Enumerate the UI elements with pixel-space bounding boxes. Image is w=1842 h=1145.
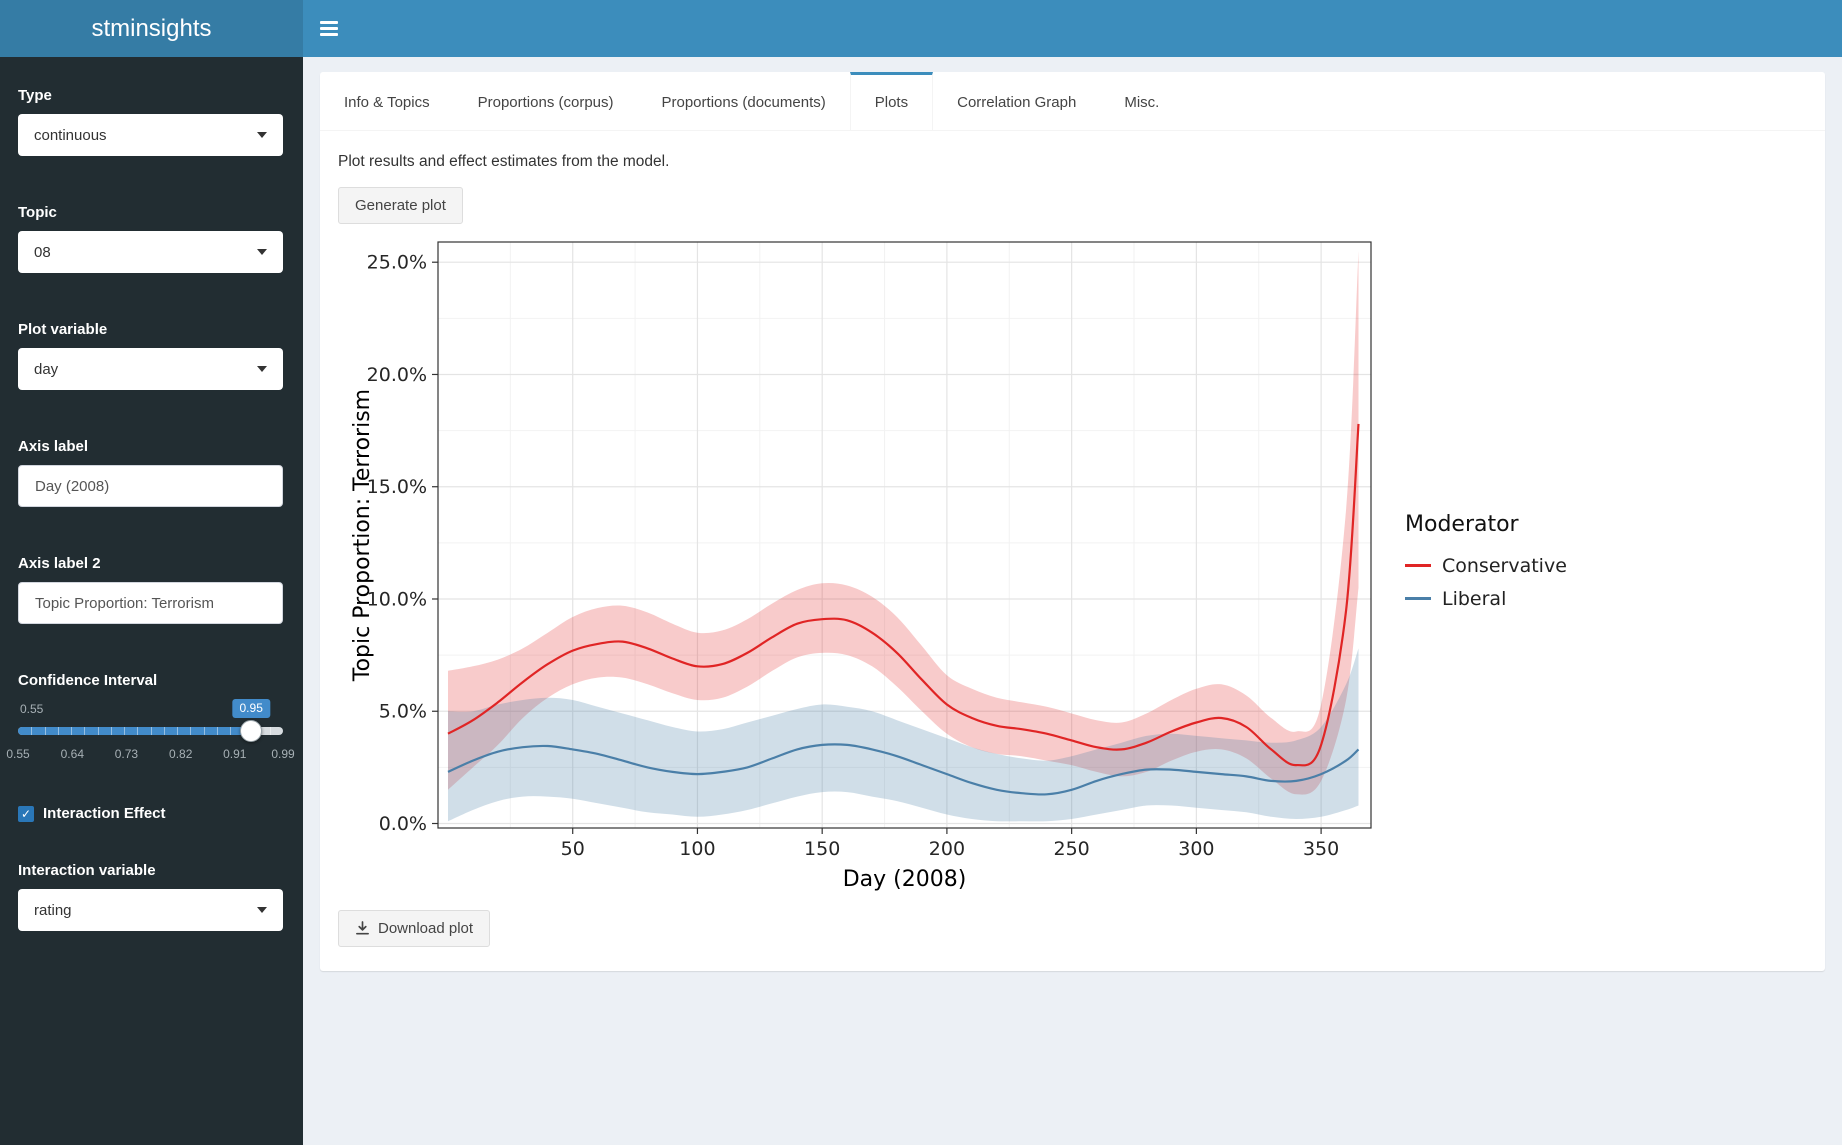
plot-variable-select[interactable]: day bbox=[18, 348, 283, 390]
legend-item-conservative: Conservative bbox=[1405, 555, 1567, 577]
download-icon bbox=[355, 921, 370, 936]
type-select-value: continuous bbox=[34, 127, 107, 144]
axis-label2-label: Axis label 2 bbox=[18, 555, 283, 572]
slider-handle[interactable] bbox=[240, 720, 262, 742]
type-group: Type continuous bbox=[18, 87, 283, 156]
plot-row: 0.0% 5.0% 10.0% 15.0% 20.0% 25.0% 50 100 150 200 2… bbox=[338, 238, 1807, 894]
type-select[interactable]: continuous bbox=[18, 114, 283, 156]
confidence-interval-label: Confidence Interval bbox=[18, 672, 283, 689]
confidence-interval-group: Confidence Interval 0.55 0.95 0.550.640.… bbox=[18, 672, 283, 763]
legend-title: Moderator bbox=[1405, 512, 1567, 537]
top-navbar bbox=[303, 0, 1842, 57]
main-content: Info & Topics Proportions (corpus) Propo… bbox=[303, 57, 1842, 1145]
svg-text:15.0%: 15.0% bbox=[367, 476, 427, 498]
type-label: Type bbox=[18, 87, 283, 104]
axis-label-input[interactable] bbox=[18, 465, 283, 507]
interaction-effect-label: Interaction Effect bbox=[43, 805, 166, 822]
svg-text:50: 50 bbox=[561, 838, 585, 860]
tab-proportions-documents[interactable]: Proportions (documents) bbox=[638, 72, 850, 130]
chevron-down-icon bbox=[257, 249, 267, 255]
plot-variable-select-value: day bbox=[34, 361, 58, 378]
interaction-effect-checkbox[interactable] bbox=[18, 806, 34, 822]
slider-scale-labels: 0.550.640.730.820.910.99 bbox=[18, 745, 283, 763]
tab-proportions-corpus[interactable]: Proportions (corpus) bbox=[454, 72, 638, 130]
interaction-variable-label: Interaction variable bbox=[18, 862, 283, 879]
interaction-effect-row[interactable]: Interaction Effect bbox=[18, 805, 283, 822]
menu-icon bbox=[320, 21, 338, 24]
slider-min-label: 0.55 bbox=[20, 702, 43, 716]
svg-text:Day (2008): Day (2008) bbox=[843, 867, 967, 892]
topic-select-value: 08 bbox=[34, 244, 51, 261]
tab-correlation-graph[interactable]: Correlation Graph bbox=[933, 72, 1100, 130]
plot-variable-group: Plot variable day bbox=[18, 321, 283, 390]
axis-label2-group: Axis label 2 bbox=[18, 555, 283, 624]
svg-text:25.0%: 25.0% bbox=[367, 252, 427, 274]
topic-group: Topic 08 bbox=[18, 204, 283, 273]
axis-label2-input[interactable] bbox=[18, 582, 283, 624]
svg-text:250: 250 bbox=[1054, 838, 1090, 860]
confidence-interval-slider[interactable] bbox=[18, 727, 283, 735]
svg-text:5.0%: 5.0% bbox=[379, 701, 427, 723]
svg-text:150: 150 bbox=[804, 838, 840, 860]
svg-text:20.0%: 20.0% bbox=[367, 364, 427, 386]
svg-text:0.0%: 0.0% bbox=[379, 813, 427, 835]
plot-description: Plot results and effect estimates from t… bbox=[338, 153, 1807, 171]
svg-text:200: 200 bbox=[929, 838, 965, 860]
interaction-variable-select-value: rating bbox=[34, 902, 72, 919]
conservative-line-key-icon bbox=[1405, 564, 1431, 567]
tab-plots[interactable]: Plots bbox=[850, 72, 933, 130]
sidebar-toggle-button[interactable] bbox=[303, 0, 355, 57]
svg-text:350: 350 bbox=[1303, 838, 1339, 860]
svg-text:Topic Proportion: Terrorism: Topic Proportion: Terrorism bbox=[350, 389, 375, 682]
topic-label: Topic bbox=[18, 204, 283, 221]
plots-tab-panel: Plot results and effect estimates from t… bbox=[320, 131, 1825, 971]
interaction-variable-select[interactable]: rating bbox=[18, 889, 283, 931]
tab-info-topics[interactable]: Info & Topics bbox=[320, 72, 454, 130]
svg-text:10.0%: 10.0% bbox=[367, 588, 427, 610]
sidebar: Type continuous Topic 08 Plot variable d… bbox=[0, 57, 303, 1145]
chevron-down-icon bbox=[257, 907, 267, 913]
download-row: Download plot bbox=[338, 910, 1807, 947]
svg-text:300: 300 bbox=[1178, 838, 1214, 860]
liberal-line-key-icon bbox=[1405, 597, 1431, 600]
plot-legend: Moderator Conservative Liberal bbox=[1405, 512, 1567, 621]
slider-value-tooltip: 0.95 bbox=[233, 699, 270, 718]
download-plot-button[interactable]: Download plot bbox=[338, 910, 490, 947]
generate-plot-button[interactable]: Generate plot bbox=[338, 187, 463, 224]
plot-variable-label: Plot variable bbox=[18, 321, 283, 338]
legend-item-liberal: Liberal bbox=[1405, 588, 1567, 610]
tab-card: Info & Topics Proportions (corpus) Propo… bbox=[320, 72, 1825, 971]
axis-label-group: Axis label bbox=[18, 438, 283, 507]
app-header: stminsights bbox=[0, 0, 1842, 57]
svg-text:100: 100 bbox=[679, 838, 715, 860]
chevron-down-icon bbox=[257, 366, 267, 372]
chevron-down-icon bbox=[257, 132, 267, 138]
tab-misc[interactable]: Misc. bbox=[1100, 72, 1183, 130]
tab-bar: Info & Topics Proportions (corpus) Propo… bbox=[320, 72, 1825, 131]
effects-plot: 0.0% 5.0% 10.0% 15.0% 20.0% 25.0% 50 100 150 200 2… bbox=[338, 238, 1379, 894]
app-logo[interactable]: stminsights bbox=[0, 0, 303, 57]
interaction-variable-group: Interaction variable rating bbox=[18, 862, 283, 931]
axis-label-label: Axis label bbox=[18, 438, 283, 455]
topic-select[interactable]: 08 bbox=[18, 231, 283, 273]
